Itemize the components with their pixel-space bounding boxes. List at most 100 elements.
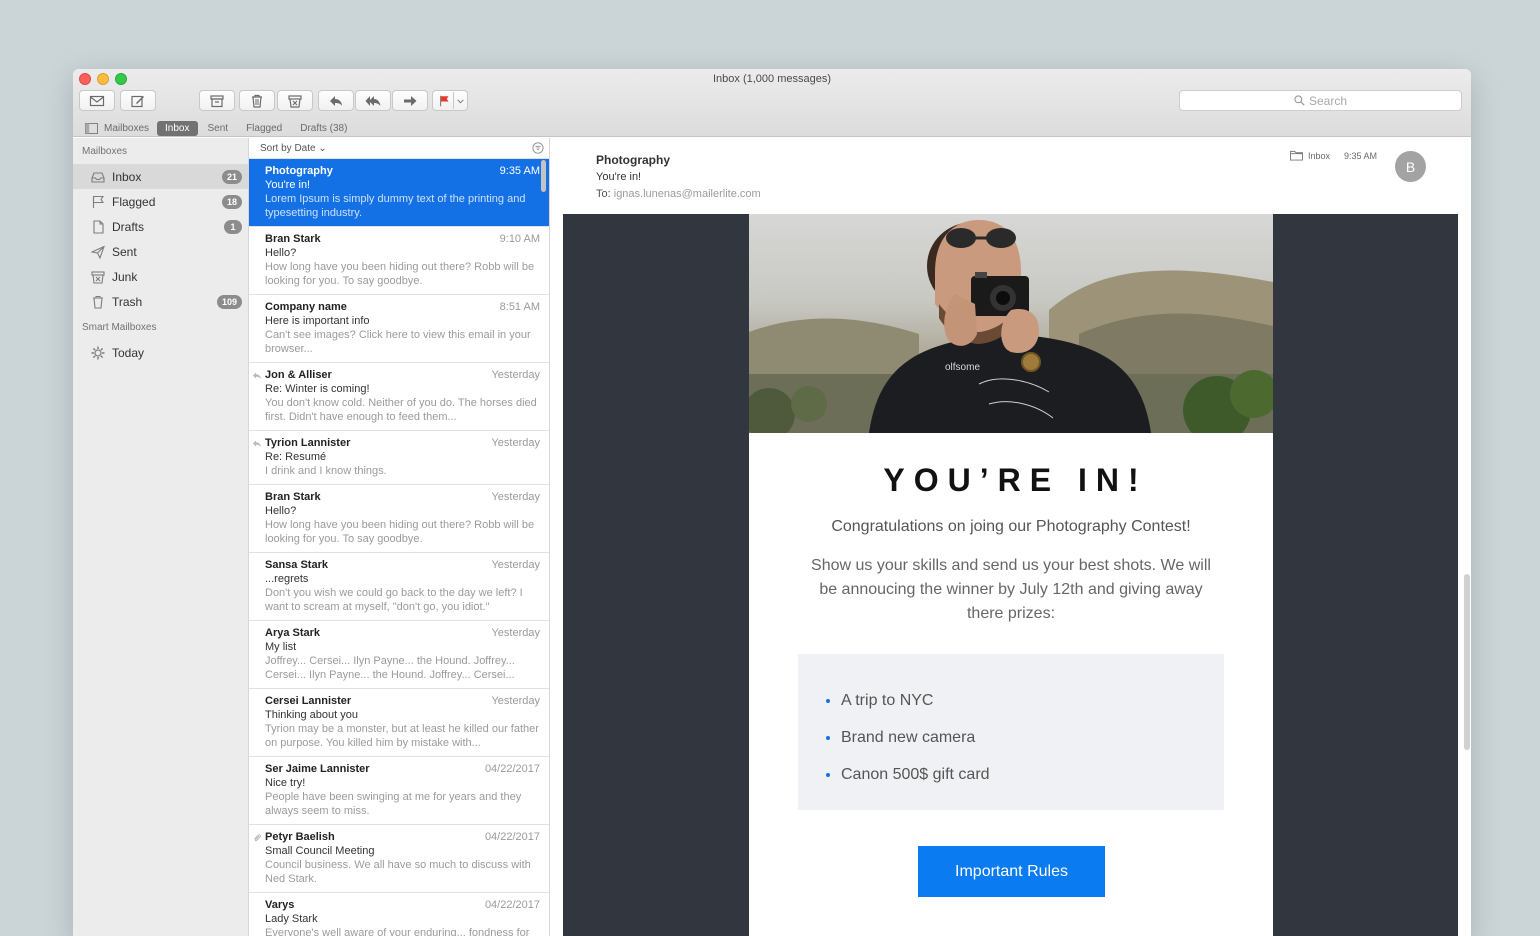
message-preview: You don't know cold. Neither of you do. … <box>265 397 537 423</box>
favorites-bar: Mailboxes Inbox Sent Flagged Drafts (38) <box>73 119 1471 137</box>
message-preview: How long have you been hiding out there?… <box>265 519 535 545</box>
sidebar-item-junk[interactable]: Junk <box>73 264 248 289</box>
envelope-icon <box>89 95 105 106</box>
inbox-tray-icon <box>91 170 105 184</box>
message-row[interactable]: Varys 04/22/2017 Lady Stark Everyone's w… <box>249 893 549 936</box>
to-label: To: <box>596 188 611 200</box>
shirt-text: olfsome <box>945 362 980 373</box>
prize-item: Canon 500$ gift card <box>826 756 1224 793</box>
junk-bin-icon <box>288 94 302 108</box>
replied-icon <box>252 371 262 381</box>
chevron-down-icon <box>457 99 464 103</box>
sidebar-item-label: Trash <box>112 294 143 309</box>
message-date: 04/22/2017 <box>484 831 540 843</box>
trash-icon <box>91 295 105 309</box>
junk-button[interactable] <box>277 90 313 111</box>
flag-button[interactable] <box>432 90 468 111</box>
document-icon <box>91 219 105 234</box>
message-row[interactable]: Jon & Alliser Yesterday Re: Winter is co… <box>249 363 549 431</box>
important-rules-button[interactable]: Important Rules <box>918 846 1105 897</box>
archive-button[interactable] <box>199 90 235 111</box>
prize-item: A trip to NYC <box>826 682 1224 719</box>
sidebar-item-label: Drafts <box>112 219 145 234</box>
recipient-address[interactable]: ignas.lunenas@mailerlite.com <box>614 188 761 200</box>
message-subject: Hello? <box>265 247 297 259</box>
mailboxes-toggle[interactable]: Mailboxes <box>73 122 157 134</box>
message-date: 04/22/2017 <box>484 763 540 775</box>
message-date: Yesterday <box>491 491 540 503</box>
message-row[interactable]: Arya Stark Yesterday My list Joffrey... … <box>249 621 549 689</box>
archive-icon <box>210 94 224 107</box>
sidebar-item-sent[interactable]: Sent <box>73 239 248 264</box>
message-row[interactable]: Company name 8:51 AM Here is important i… <box>249 295 549 363</box>
sidebar-toggle-icon <box>85 122 98 134</box>
message-row[interactable]: Bran Stark Yesterday Hello? How long hav… <box>249 485 549 553</box>
hero-photo: olfsome <box>749 214 1273 433</box>
drafts-count-badge: 1 <box>224 220 242 234</box>
delete-button[interactable] <box>239 90 275 111</box>
sidebar-item-flagged[interactable]: Flagged 18 <box>73 189 248 214</box>
reply-all-button[interactable] <box>355 90 391 111</box>
email-body-text: Show us your skills and send us your bes… <box>811 557 1211 622</box>
sort-bar: Sort by Date ⌄ <box>249 138 549 159</box>
message-row[interactable]: Cersei Lannister Yesterday Thinking abou… <box>249 689 549 757</box>
trash-count-badge: 109 <box>216 295 242 309</box>
prize-label: A trip to NYC <box>841 691 934 709</box>
message-preview: Tyrion may be a monster, but at least he… <box>265 723 539 749</box>
prize-list: A trip to NYC Brand new camera Canon 500… <box>798 654 1224 810</box>
fav-inbox[interactable]: Inbox <box>157 120 198 136</box>
search-icon <box>1294 95 1305 106</box>
sort-dropdown[interactable]: Sort by Date ⌄ <box>260 143 327 154</box>
compose-button[interactable] <box>120 90 156 111</box>
message-row[interactable]: Sansa Stark Yesterday ...regrets Don't y… <box>249 553 549 621</box>
message-row[interactable]: Bran Stark 9:10 AM Hello? How long have … <box>249 227 549 295</box>
message-row[interactable]: Petyr Baelish 04/22/2017 Small Council M… <box>249 825 549 893</box>
email-headline: YOU’RE IN! <box>883 462 1148 498</box>
bullet-icon <box>826 735 830 740</box>
filter-icon[interactable] <box>532 142 544 154</box>
email-sender: Photography <box>596 153 670 167</box>
congrats-text: Congratulations on joing our Photography… <box>831 518 1191 535</box>
mailbox-label: Inbox <box>1308 150 1331 161</box>
search-placeholder: Search <box>1308 93 1348 108</box>
sidebar-item-today[interactable]: Today <box>73 340 248 365</box>
message-subject: Re: Winter is coming! <box>265 383 370 395</box>
message-list-scrollbar[interactable] <box>541 160 546 192</box>
message-date: Yesterday <box>491 627 540 639</box>
prize-item: Brand new camera <box>826 719 1224 756</box>
fav-sent[interactable]: Sent <box>200 121 237 136</box>
reply-all-icon <box>365 95 381 106</box>
sidebar-item-label: Today <box>112 345 145 360</box>
titlebar: Inbox (1,000 messages) Search Mailboxes … <box>73 69 1471 137</box>
chevron-down-icon: ⌄ <box>318 142 327 154</box>
message-preview: Can't see images? Click here to view thi… <box>265 329 531 355</box>
unread-count-badge: 21 <box>221 170 242 184</box>
trash-icon <box>252 94 262 108</box>
mail-window: Inbox (1,000 messages) Search Mailboxes … <box>73 69 1471 936</box>
reply-button[interactable] <box>318 90 354 111</box>
message-preview: I drink and I know things. <box>265 465 387 477</box>
sidebar-item-inbox[interactable]: Inbox 21 <box>73 164 248 189</box>
sidebar-item-label: Sent <box>112 244 137 259</box>
message-list: Sort by Date ⌄ Photography 9:35 AM You'r… <box>249 138 550 936</box>
message-preview: Everyone's well aware of your enduring..… <box>265 927 530 936</box>
get-mail-button[interactable] <box>79 90 115 111</box>
flag-icon <box>91 195 105 209</box>
reply-icon <box>330 95 342 106</box>
flagged-count-badge: 18 <box>221 195 242 209</box>
message-row[interactable]: Ser Jaime Lannister 04/22/2017 Nice try!… <box>249 757 549 825</box>
message-row[interactable]: Photography 9:35 AM You're in! Lorem Ips… <box>249 159 549 227</box>
sidebar-item-trash[interactable]: Trash 109 <box>73 289 248 314</box>
reading-pane-scrollbar[interactable] <box>1464 574 1470 750</box>
message-subject: ...regrets <box>265 573 309 585</box>
sort-label: Sort by Date <box>260 142 316 154</box>
search-input[interactable]: Search <box>1179 90 1462 111</box>
email-mailbox[interactable]: Inbox <box>1290 150 1330 161</box>
forward-button[interactable] <box>392 90 428 111</box>
fav-flagged[interactable]: Flagged <box>238 121 290 136</box>
mailboxes-label: Mailboxes <box>104 122 150 134</box>
sidebar-item-drafts[interactable]: Drafts 1 <box>73 214 248 239</box>
message-row[interactable]: Tyrion Lannister Yesterday Re: Resumé I … <box>249 431 549 485</box>
message-date: 9:10 AM <box>499 233 540 245</box>
fav-drafts[interactable]: Drafts (38) <box>292 121 355 136</box>
